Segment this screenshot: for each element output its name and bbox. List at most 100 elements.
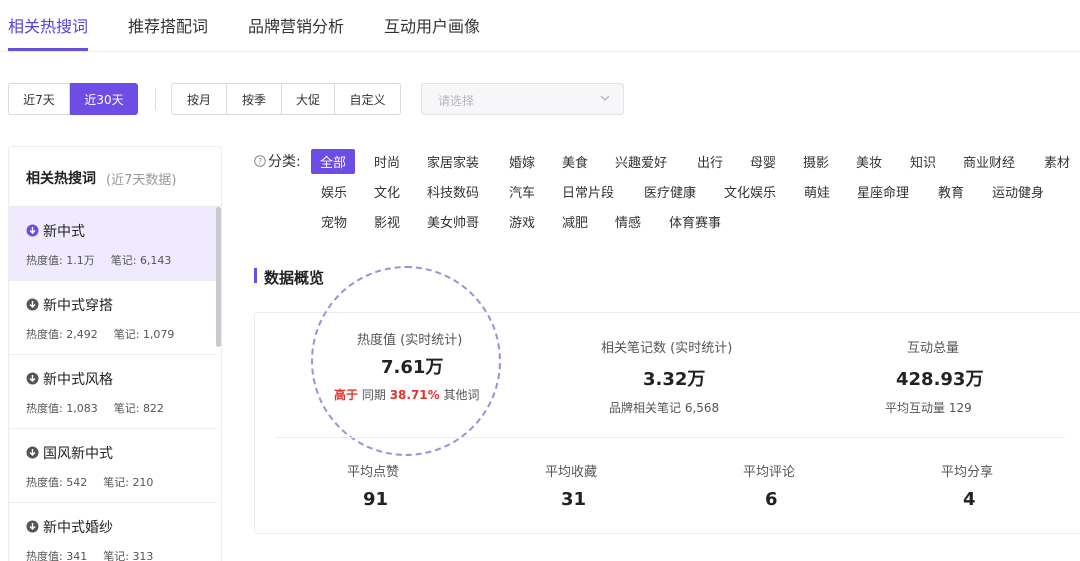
category-tag[interactable]: 兴趣爱好 — [615, 152, 667, 171]
section-accent-bar — [254, 268, 257, 283]
tab-recommended-pairing[interactable]: 推荐搭配词 — [128, 13, 208, 37]
hot-arrow-icon — [26, 520, 39, 533]
keyword-item[interactable]: 新中式穿搭 热度值: 2,492 笔记: 1,079 — [9, 281, 217, 355]
heat-value: 341 — [66, 550, 88, 561]
keyword-item[interactable]: 新中式婚纱 热度值: 341 笔记: 313 — [9, 503, 217, 561]
category-tag[interactable]: 日常片段 — [562, 182, 614, 201]
category-tag[interactable]: 影视 — [374, 212, 400, 231]
heat-label: 热度值: — [26, 254, 63, 267]
category-tag[interactable]: 美食 — [562, 152, 588, 171]
category-tag[interactable]: 素材 — [1044, 152, 1070, 171]
keyword-stats: 热度值: 1.1万 笔记: 6,143 — [26, 252, 171, 268]
category-tag[interactable]: 文化娱乐 — [724, 182, 776, 201]
avg-share-value: 4 — [963, 489, 976, 510]
tab-related-hot-search[interactable]: 相关热搜词 — [8, 13, 88, 37]
avg-like-label: 平均点赞 — [347, 465, 400, 480]
heat-label: 热度值: — [26, 402, 63, 415]
notes-metric-sub: 品牌相关笔记 6,568 — [609, 401, 720, 415]
heat-metric-label: 热度值 (实时统计) — [357, 333, 463, 348]
avg-collect-value: 31 — [561, 489, 587, 510]
category-tag[interactable]: 汽车 — [509, 182, 535, 201]
hot-arrow-icon — [26, 298, 39, 311]
custom-range-button[interactable]: 自定义 — [334, 83, 401, 115]
notes-value: 822 — [142, 402, 164, 415]
notes-metric-label: 相关笔记数 (实时统计) — [601, 341, 733, 356]
category-tag[interactable]: 时尚 — [374, 152, 400, 171]
svg-text:?: ? — [258, 157, 262, 166]
by-month-button[interactable]: 按月 — [171, 83, 227, 115]
category-tag[interactable]: 母婴 — [750, 152, 776, 171]
heat-value: 1,083 — [66, 402, 98, 415]
panel-header: 相关热搜词 (近7天数据) — [9, 147, 221, 207]
hot-arrow-icon — [26, 446, 39, 459]
category-tag[interactable]: 文化 — [374, 182, 400, 201]
compare-percent: 38.71% — [389, 388, 440, 402]
range-30d-button[interactable]: 近30天 — [70, 83, 138, 115]
heat-label: 热度值: — [26, 328, 63, 341]
avg-like-value: 91 — [363, 489, 389, 510]
category-tag[interactable]: 教育 — [938, 182, 964, 201]
keyword-stats: 热度值: 542 笔记: 210 — [26, 474, 153, 490]
category-label: ? 分类: — [254, 151, 301, 171]
category-tag[interactable]: 知识 — [910, 152, 936, 171]
notes-metric-value: 3.32万 — [643, 369, 706, 390]
keyword-name: 国风新中式 — [43, 446, 113, 462]
category-tag[interactable]: 婚嫁 — [509, 152, 535, 171]
category-tag[interactable]: 情感 — [615, 212, 641, 231]
notes-label: 笔记: — [113, 328, 140, 341]
category-tag[interactable]: 科技数码 — [427, 182, 479, 201]
chevron-down-icon — [600, 95, 610, 101]
keyword-name: 新中式穿搭 — [43, 298, 113, 314]
range-7d-button[interactable]: 近7天 — [8, 83, 70, 115]
data-overview-card: 热度值 (实时统计) 7.61万 高于 同期 38.71% 其他词 相关笔记数 … — [254, 266, 1080, 534]
keyword-item[interactable]: 国风新中式 热度值: 542 笔记: 210 — [9, 429, 217, 503]
category-tag[interactable]: 游戏 — [509, 212, 535, 231]
keyword-item[interactable]: 新中式 热度值: 1.1万 笔记: 6,143 — [9, 207, 217, 281]
heat-label: 热度值: — [26, 550, 63, 561]
hot-keyword-panel: 相关热搜词 (近7天数据) 新中式 热度值: 1.1万 笔记: 6,143 新中式… — [8, 146, 222, 561]
select-placeholder: 请选择 — [438, 94, 475, 108]
notes-value: 313 — [132, 550, 154, 561]
notes-value: 6,143 — [139, 254, 172, 267]
category-tag[interactable]: 减肥 — [562, 212, 588, 231]
heat-compare: 高于 同期 38.71% 其他词 — [334, 386, 480, 403]
notes-label: 笔记: — [110, 254, 137, 267]
category-tag[interactable]: 运动健身 — [992, 182, 1044, 201]
compare-prefix: 高于 — [334, 388, 359, 402]
category-tag[interactable]: 医疗健康 — [644, 182, 696, 201]
panel-scrollbar[interactable] — [216, 207, 221, 347]
category-tag[interactable]: 家居家装 — [427, 152, 479, 171]
interaction-metric-label: 互动总量 — [907, 341, 960, 356]
by-quarter-button[interactable]: 按季 — [226, 83, 282, 115]
category-tag[interactable]: 星座命理 — [857, 182, 909, 201]
category-tag[interactable]: 萌娃 — [804, 182, 830, 201]
keyword-stats: 热度值: 1,083 笔记: 822 — [26, 400, 164, 416]
category-tag[interactable]: 娱乐 — [321, 182, 347, 201]
interaction-metric-sub: 平均互动量 129 — [885, 401, 972, 415]
promotion-button[interactable]: 大促 — [281, 83, 335, 115]
tab-user-profile[interactable]: 互动用户画像 — [384, 13, 480, 37]
heat-metric-value: 7.61万 — [381, 357, 444, 378]
keyword-name: 新中式风格 — [43, 372, 113, 388]
hot-arrow-icon — [26, 224, 39, 237]
panel-subtitle: (近7天数据) — [106, 173, 177, 188]
interaction-metric-value: 428.93万 — [896, 369, 984, 390]
category-tag[interactable]: 体育赛事 — [669, 212, 721, 231]
keyword-item[interactable]: 新中式风格 热度值: 1,083 笔记: 822 — [9, 355, 217, 429]
category-tag[interactable]: 商业财经 — [963, 152, 1015, 171]
help-icon[interactable]: ? — [254, 155, 266, 167]
tab-brand-marketing[interactable]: 品牌营销分析 — [248, 13, 344, 37]
category-all[interactable]: 全部 — [311, 149, 356, 174]
category-tag[interactable]: 宠物 — [321, 212, 347, 231]
category-tag[interactable]: 出行 — [697, 152, 723, 171]
category-tag[interactable]: 美妆 — [856, 152, 882, 171]
category-tag[interactable]: 摄影 — [803, 152, 829, 171]
category-tag[interactable]: 美女帅哥 — [427, 212, 479, 231]
section-title: 数据概览 — [264, 269, 325, 287]
avg-comment-value: 6 — [765, 489, 778, 510]
heat-value: 1.1万 — [66, 254, 95, 267]
heat-label: 热度值: — [26, 476, 63, 489]
notes-value: 1,079 — [142, 328, 175, 341]
period-select[interactable]: 请选择 — [421, 83, 624, 115]
compare-mid: 同期 — [361, 388, 386, 402]
